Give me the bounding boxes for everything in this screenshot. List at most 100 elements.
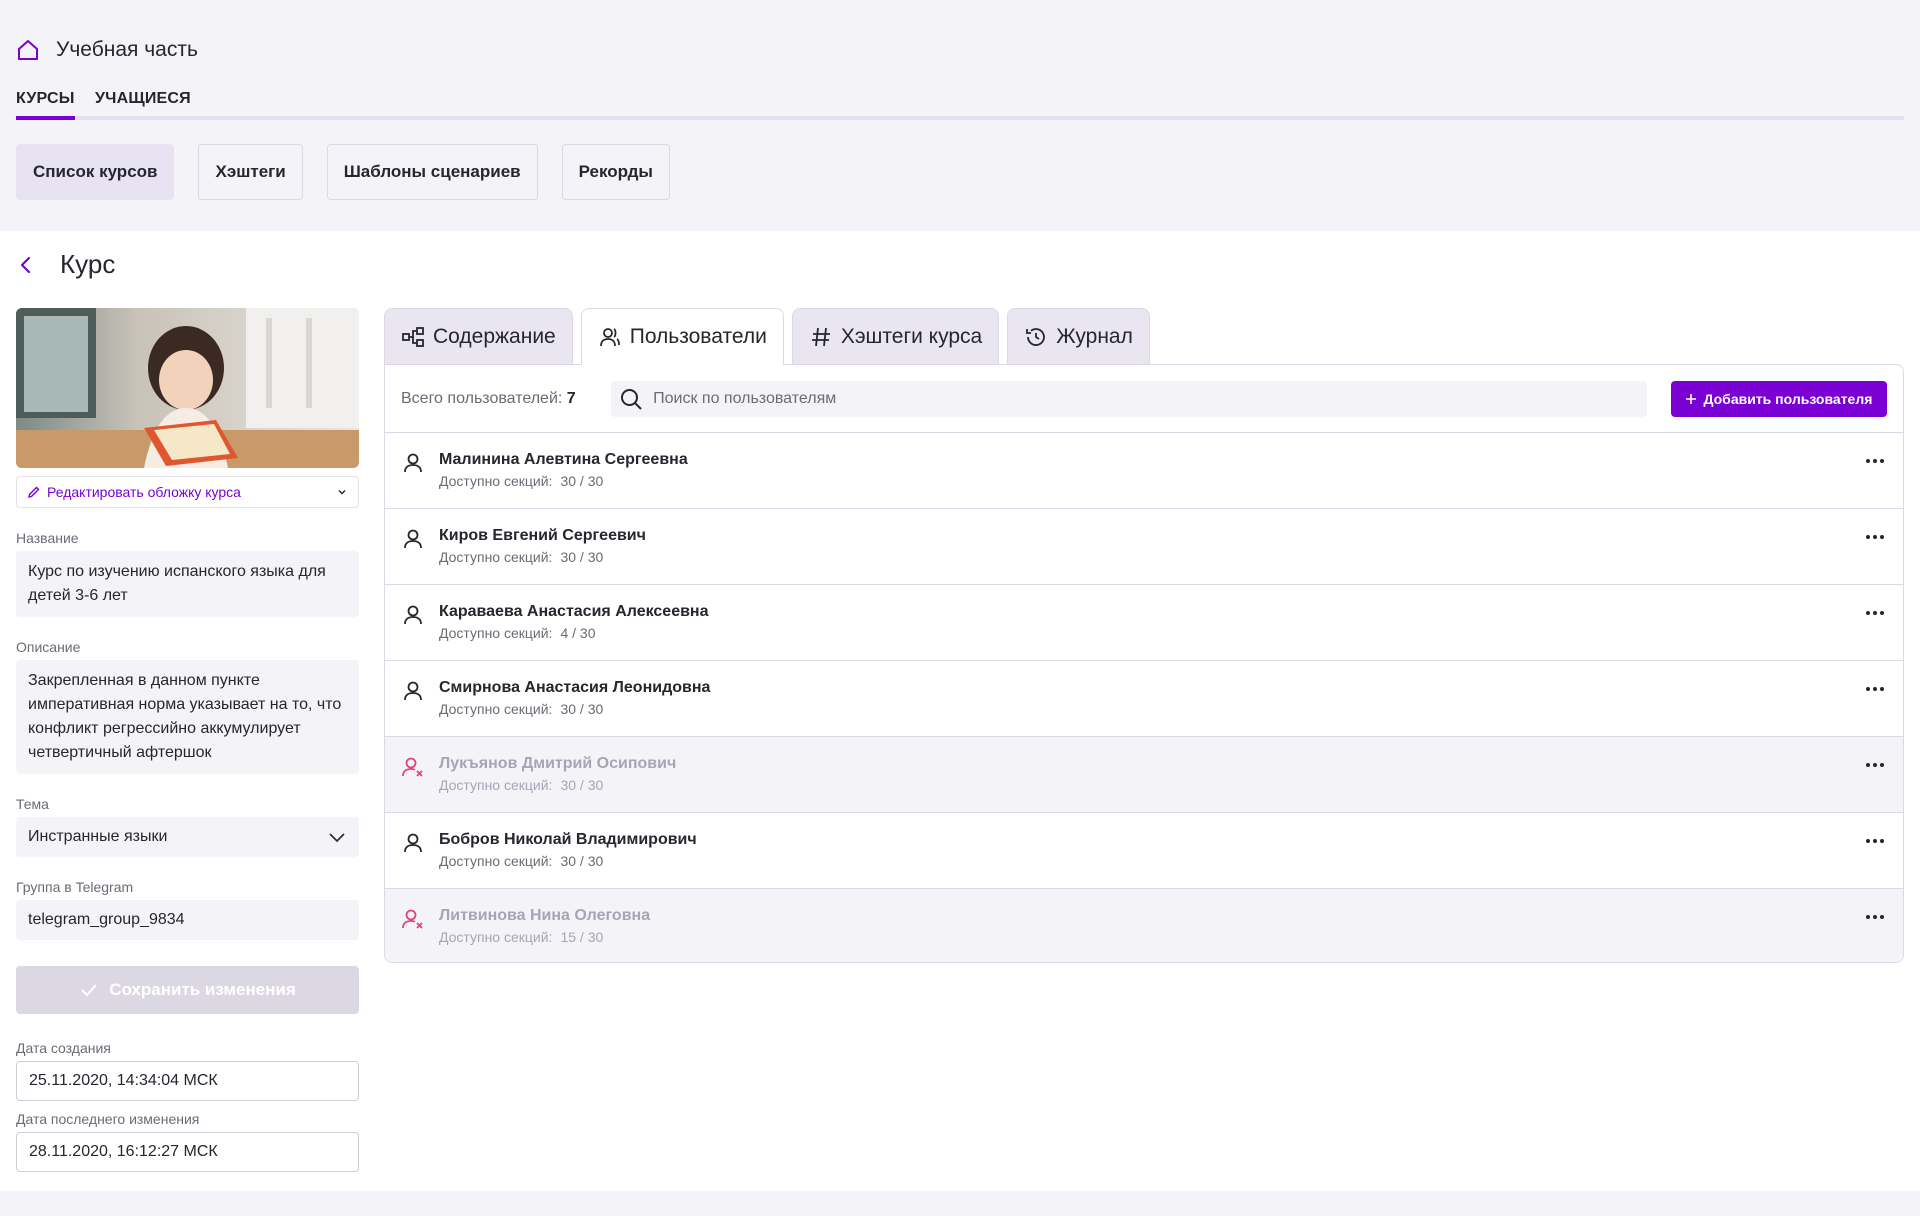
user-sections: Доступно секций: 4 / 30 [439, 625, 708, 641]
more-options-icon[interactable] [1863, 681, 1887, 697]
user-name: Лукъянов Дмитрий Осипович [439, 755, 677, 772]
back-arrow-icon[interactable] [16, 255, 36, 275]
user-sections: Доступно секций: 30 / 30 [439, 549, 646, 565]
user-icon [404, 833, 422, 853]
tab-course-hashtags-label: Хэштеги курса [840, 324, 983, 348]
total-users-count: 7 [566, 389, 576, 407]
sections-value: 30 / 30 [560, 701, 604, 717]
more-options-icon[interactable] [1863, 909, 1887, 925]
modified-field: 28.11.2020, 16:12:27 МСК [16, 1132, 359, 1172]
sections-value: 4 / 30 [560, 625, 596, 641]
top-header: Учебная часть КУРСЫ УЧАЩИЕСЯ Список курс… [0, 0, 1920, 231]
sections-label: Доступно секций: [439, 777, 553, 793]
subnav-scenario-templates[interactable]: Шаблоны сценариев [326, 144, 538, 200]
tab-journal[interactable]: Журнал [1007, 308, 1150, 364]
search-icon [621, 388, 642, 410]
plus-icon [1686, 393, 1697, 404]
user-row[interactable]: Киров Евгений Сергеевич Доступно секций:… [385, 509, 1903, 585]
tab-users-label: Пользователи [629, 325, 767, 348]
users-icon [599, 328, 620, 347]
sections-label: Доступно секций: [439, 929, 553, 945]
courses-subnav: Список курсов Хэштеги Шаблоны сценариев … [16, 144, 670, 200]
user-icon [404, 605, 422, 625]
add-user-label: Добавить пользователя [1703, 390, 1873, 407]
add-user-button[interactable]: Добавить пользователя [1670, 380, 1887, 417]
app-title[interactable]: Учебная часть [16, 38, 198, 62]
user-row[interactable]: Малинина Алевтина Сергеевна Доступно сек… [385, 433, 1903, 509]
user-sections: Доступно секций: 30 / 30 [439, 777, 676, 793]
telegram-field[interactable]: telegram_group_9834 [16, 900, 359, 940]
sections-value: 30 / 30 [560, 853, 604, 869]
description-label: Описание [16, 639, 81, 655]
user-search-input[interactable] [653, 389, 1639, 408]
user-name: Бобров Николай Владимирович [439, 831, 697, 848]
sections-value: 30 / 30 [560, 777, 604, 793]
tab-journal-label: Журнал [1056, 324, 1133, 348]
user-sections: Доступно секций: 30 / 30 [439, 473, 688, 489]
more-options-icon[interactable] [1863, 757, 1887, 773]
hashtag-icon [811, 327, 830, 346]
subnav-records[interactable]: Рекорды [561, 144, 670, 200]
more-options-icon[interactable] [1863, 529, 1887, 545]
subnav-hashtags[interactable]: Хэштеги [198, 144, 303, 200]
tab-students[interactable]: УЧАЩИЕСЯ [95, 90, 191, 116]
edit-cover-dropdown[interactable]: Редактировать обложку курса [16, 476, 359, 508]
sections-label: Доступно секций: [439, 473, 553, 489]
tab-users[interactable]: Пользователи [580, 308, 784, 365]
name-label: Название [16, 530, 79, 546]
theme-label: Тема [16, 796, 49, 812]
user-name: Смирнова Анастасия Леонидовна [439, 679, 711, 696]
user-blocked-icon [402, 757, 423, 777]
theme-select[interactable]: Инстранные языки [16, 817, 359, 857]
user-search-box[interactable] [611, 380, 1647, 417]
cover-photo-illustration [16, 308, 359, 468]
main-content: Курс Редактировать обложку курса Названи… [0, 231, 1920, 1191]
footer-strip [0, 1191, 1920, 1216]
user-row-blocked[interactable]: Лукъянов Дмитрий Осипович Доступно секци… [385, 737, 1903, 813]
user-name: Малинина Алевтина Сергеевна [439, 451, 688, 468]
user-icon [404, 453, 422, 473]
telegram-value: telegram_group_9834 [28, 911, 185, 928]
user-icon [404, 529, 422, 549]
more-options-icon[interactable] [1863, 833, 1887, 849]
save-changes-button[interactable]: Сохранить изменения [16, 966, 359, 1014]
app-title-label: Учебная часть [56, 38, 198, 61]
user-sections: Доступно секций: 30 / 30 [439, 701, 710, 717]
course-details-form: Редактировать обложку курса Название Кур… [16, 308, 359, 1172]
user-sections: Доступно секций: 15 / 30 [439, 929, 650, 945]
user-row[interactable]: Караваева Анастасия Алексеевна Доступно … [385, 585, 1903, 661]
subnav-course-list[interactable]: Список курсов [16, 144, 175, 200]
course-cover-image [16, 308, 359, 468]
more-options-icon[interactable] [1863, 453, 1887, 469]
user-name: Киров Евгений Сергеевич [439, 527, 646, 544]
created-label: Дата создания [16, 1040, 111, 1056]
tab-content[interactable]: Содержание [384, 308, 573, 364]
sections-value: 30 / 30 [560, 549, 604, 565]
created-field: 25.11.2020, 14:34:04 МСК [16, 1061, 359, 1101]
telegram-label: Группа в Telegram [16, 879, 134, 895]
pencil-icon [28, 486, 40, 498]
chevron-down-icon [338, 490, 346, 495]
page-title: Курс [60, 249, 116, 279]
page-header: Курс [16, 249, 115, 280]
sections-label: Доступно секций: [439, 549, 553, 565]
check-icon [81, 984, 97, 997]
description-field[interactable]: Закрепленная в данном пункте императивна… [16, 660, 359, 774]
user-row[interactable]: Смирнова Анастасия Леонидовна Доступно с… [385, 661, 1903, 737]
name-field[interactable]: Курс по изучению испанского языка для де… [16, 551, 359, 617]
user-row-blocked[interactable]: Литвинова Нина Олеговна Доступно секций:… [385, 889, 1903, 962]
users-panel: Всего пользователей: 7 Добавить пользова… [384, 364, 1904, 963]
home-icon [18, 40, 38, 60]
user-row[interactable]: Бобров Николай Владимирович Доступно сек… [385, 813, 1903, 889]
sections-value: 30 / 30 [560, 473, 604, 489]
user-name: Литвинова Нина Олеговна [439, 907, 651, 924]
tab-courses[interactable]: КУРСЫ [16, 90, 75, 120]
user-blocked-icon [402, 909, 423, 929]
structure-icon [402, 326, 424, 347]
user-sections: Доступно секций: 30 / 30 [439, 853, 697, 869]
more-options-icon[interactable] [1863, 605, 1887, 621]
history-icon [1026, 327, 1046, 346]
tab-course-hashtags[interactable]: Хэштеги курса [791, 308, 1000, 364]
save-changes-label: Сохранить изменения [109, 980, 296, 999]
section-tabs: КУРСЫ УЧАЩИЕСЯ [16, 88, 1904, 120]
